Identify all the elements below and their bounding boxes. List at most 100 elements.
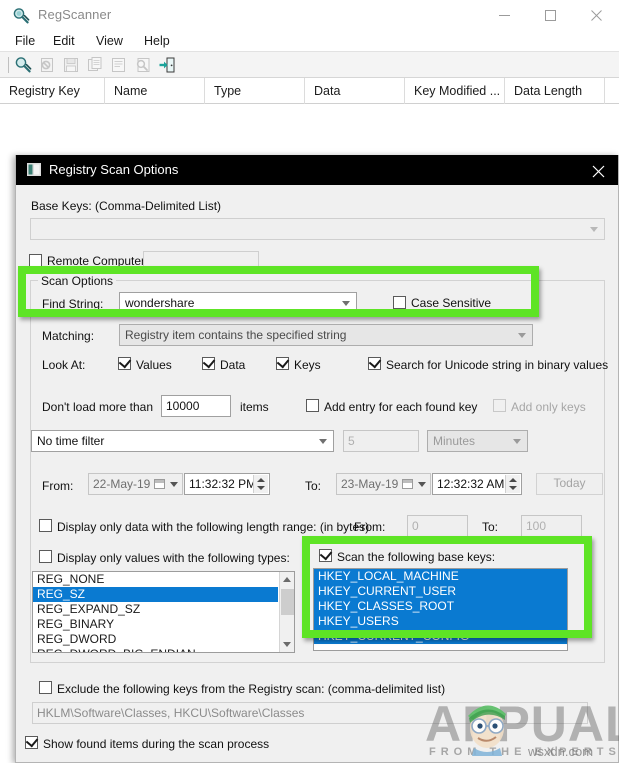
from-label: From: bbox=[42, 479, 74, 493]
matching-value: Registry item contains the specified str… bbox=[125, 328, 347, 342]
find-string-combo[interactable]: wondershare bbox=[119, 292, 357, 314]
add-entry-each-key-checkbox[interactable] bbox=[306, 399, 319, 412]
today-button: Today bbox=[536, 473, 603, 495]
column-header-name[interactable]: Name bbox=[105, 78, 205, 104]
look-at-data-label: Data bbox=[220, 358, 246, 372]
to-date-input[interactable]: 23-May-19 bbox=[336, 473, 431, 495]
dialog-close-icon[interactable] bbox=[584, 158, 612, 182]
chevron-down-icon bbox=[518, 333, 526, 338]
items-label: items bbox=[240, 400, 269, 414]
copy-icon bbox=[86, 56, 104, 74]
time-filter-unit-combo: Minutes bbox=[427, 430, 528, 452]
list-item[interactable]: HKEY_CLASSES_ROOT bbox=[314, 599, 567, 614]
list-item[interactable]: REG_SZ bbox=[33, 587, 278, 602]
list-item[interactable]: REG_NONE bbox=[33, 572, 278, 587]
chevron-down-icon bbox=[513, 439, 521, 444]
menu-edit[interactable]: Edit bbox=[47, 33, 81, 49]
chevron-down-icon bbox=[590, 227, 598, 232]
find-icon bbox=[134, 56, 152, 74]
list-item[interactable]: REG_EXPAND_SZ bbox=[33, 602, 278, 617]
add-entry-each-key-label: Add entry for each found key bbox=[324, 400, 478, 414]
add-only-keys-label: Add only keys bbox=[511, 400, 586, 414]
column-header-data[interactable]: Data bbox=[305, 78, 405, 104]
exclude-keys-input[interactable]: HKLM\Software\Classes, HKCU\Software\Cla… bbox=[32, 702, 588, 724]
menu-view[interactable]: View bbox=[90, 33, 129, 49]
column-header-data-length[interactable]: Data Length bbox=[505, 78, 605, 104]
value-types-listbox[interactable]: REG_NONE REG_SZ REG_EXPAND_SZ REG_BINARY… bbox=[32, 571, 295, 653]
time-filter-combo[interactable]: No time filter bbox=[31, 430, 334, 452]
list-item[interactable]: REG_DWORD_BIG_ENDIAN bbox=[33, 647, 278, 652]
length-range-to-label: To: bbox=[482, 520, 499, 534]
unicode-search-label: Search for Unicode string in binary valu… bbox=[386, 358, 609, 372]
dialog-titlebar: Registry Scan Options bbox=[16, 155, 618, 185]
length-range-checkbox[interactable] bbox=[39, 519, 52, 532]
base-keys-label: Base Keys: (Comma-Delimited List) bbox=[31, 199, 222, 213]
menu-file[interactable]: File bbox=[9, 33, 41, 49]
toolbar bbox=[0, 52, 619, 78]
to-date-picker-button[interactable] bbox=[402, 476, 428, 492]
base-keys-listbox[interactable]: HKEY_LOCAL_MACHINE HKEY_CURRENT_USER HKE… bbox=[313, 568, 568, 651]
column-headers: Registry Key Name Type Data Key Modified… bbox=[0, 78, 619, 104]
list-item[interactable]: HKEY_USERS bbox=[314, 614, 567, 629]
exclude-keys-checkbox[interactable] bbox=[39, 681, 52, 694]
list-item[interactable]: HKEY_LOCAL_MACHINE bbox=[314, 569, 567, 584]
dialog-body: Base Keys: (Comma-Delimited List) Remote… bbox=[16, 185, 618, 761]
properties-icon bbox=[110, 56, 128, 74]
dont-load-more-label: Don't load more than bbox=[42, 400, 154, 414]
menu-help[interactable]: Help bbox=[138, 33, 176, 49]
value-types-scrollbar[interactable] bbox=[279, 572, 294, 652]
chevron-down-icon bbox=[342, 301, 350, 306]
list-item[interactable]: HKEY_CURRENT_USER bbox=[314, 584, 567, 599]
remote-computer-label: Remote Computer: bbox=[47, 254, 149, 268]
scroll-up-icon[interactable] bbox=[283, 577, 291, 582]
length-range-label: Display only data with the following len… bbox=[57, 520, 370, 534]
remote-computer-checkbox[interactable] bbox=[29, 254, 42, 267]
show-found-items-label: Show found items during the scan process bbox=[43, 737, 270, 751]
base-keys-combo[interactable] bbox=[30, 218, 605, 240]
menubar: File Edit View Help bbox=[0, 31, 619, 52]
look-at-keys-label: Keys bbox=[294, 358, 321, 372]
look-at-data-checkbox[interactable] bbox=[202, 355, 216, 370]
length-range-from-input: 0 bbox=[407, 515, 468, 537]
exit-icon[interactable] bbox=[158, 56, 176, 74]
scrollbar-thumb[interactable] bbox=[281, 589, 294, 615]
list-item[interactable]: HKEY_CURRENT_CONFIG bbox=[314, 629, 567, 644]
look-at-keys-checkbox[interactable] bbox=[276, 355, 290, 370]
scroll-down-icon[interactable] bbox=[283, 642, 291, 647]
from-date-picker-button[interactable] bbox=[154, 476, 180, 492]
max-items-input[interactable]: 10000 bbox=[161, 395, 231, 417]
screenshot-root: RegScanner File Edit View Help Registry … bbox=[0, 0, 619, 763]
value-types-checkbox[interactable] bbox=[39, 550, 52, 563]
matching-combo[interactable]: Registry item contains the specified str… bbox=[119, 324, 533, 346]
list-item[interactable]: REG_DWORD bbox=[33, 632, 278, 647]
show-found-items-checkbox[interactable] bbox=[25, 734, 39, 749]
window-titlebar: RegScanner bbox=[0, 0, 619, 32]
toolbar-separator bbox=[8, 57, 9, 73]
unicode-search-checkbox[interactable] bbox=[368, 355, 382, 370]
from-date-input[interactable]: 22-May-19 bbox=[88, 473, 183, 495]
list-item[interactable]: REG_BINARY bbox=[33, 617, 278, 632]
scan-icon[interactable] bbox=[14, 56, 32, 74]
to-time-input[interactable]: 12:32:32 AM bbox=[432, 473, 522, 495]
case-sensitive-checkbox[interactable] bbox=[393, 296, 406, 309]
column-header-type[interactable]: Type bbox=[205, 78, 305, 104]
chevron-down-icon bbox=[319, 439, 327, 444]
to-time-spinner[interactable] bbox=[505, 475, 520, 493]
from-time-spinner[interactable] bbox=[253, 475, 268, 493]
exclude-keys-label: Exclude the following keys from the Regi… bbox=[57, 682, 446, 696]
scan-base-keys-checkbox[interactable] bbox=[319, 547, 333, 562]
time-filter-value: No time filter bbox=[37, 434, 105, 448]
add-only-keys-checkbox bbox=[493, 399, 506, 412]
time-filter-unit-value: Minutes bbox=[433, 434, 476, 448]
column-header-registry-key[interactable]: Registry Key bbox=[0, 78, 105, 104]
remote-computer-input[interactable] bbox=[143, 251, 259, 272]
close-button[interactable] bbox=[573, 0, 619, 30]
find-string-value: wondershare bbox=[125, 296, 195, 310]
look-at-values-checkbox[interactable] bbox=[118, 355, 132, 370]
look-at-label: Look At: bbox=[42, 358, 86, 372]
from-time-input[interactable]: 11:32:32 PM bbox=[184, 473, 270, 495]
scan-options-group-label: Scan Options bbox=[38, 274, 117, 288]
minimize-button[interactable] bbox=[481, 0, 527, 30]
column-header-key-modified[interactable]: Key Modified ... bbox=[405, 78, 505, 104]
maximize-button[interactable] bbox=[527, 0, 573, 30]
